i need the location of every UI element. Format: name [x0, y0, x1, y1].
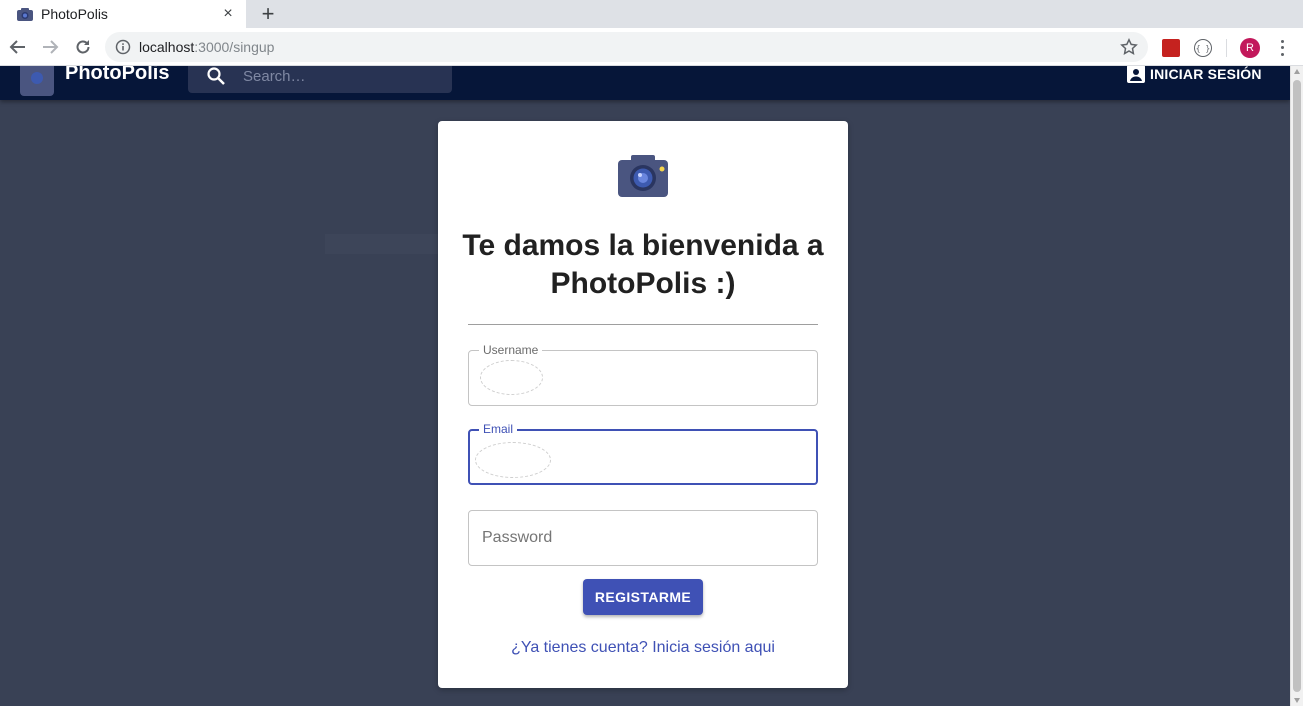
signin-link[interactable]: ¿Ya tienes cuenta? Inicia sesión aqui [438, 639, 848, 657]
account-box-icon [1127, 66, 1145, 83]
url-path: :3000/singup [194, 39, 275, 55]
username-label: Username [479, 343, 543, 357]
tab-title: PhotoPolis [41, 6, 108, 22]
camera-favicon-icon [17, 8, 33, 21]
app-header: PhotoPolis INICIAR SESIÓN [0, 66, 1290, 100]
search-input[interactable] [243, 66, 443, 86]
new-tab-button[interactable]: + [256, 1, 280, 26]
email-input[interactable] [483, 449, 803, 469]
login-button[interactable]: INICIAR SESIÓN [1127, 66, 1262, 88]
password-field[interactable]: Password [468, 510, 818, 566]
email-field[interactable]: Email [468, 422, 818, 485]
username-field[interactable]: Username [468, 343, 818, 406]
scroll-thumb[interactable] [1293, 80, 1301, 692]
toolbar-separator [1226, 39, 1227, 57]
page-viewport: PhotoPolis INICIAR SESIÓN Te damos la bi… [0, 66, 1290, 706]
arrow-right-icon [43, 40, 59, 54]
camera-icon [618, 155, 668, 197]
search-icon [207, 67, 225, 85]
signup-card: Te damos la bienvenida a PhotoPolis :) U… [438, 121, 848, 688]
scroll-down-arrow-icon[interactable] [1294, 698, 1300, 703]
forward-button[interactable] [38, 35, 62, 59]
extension-icon[interactable] [1162, 39, 1180, 57]
url-host: localhost [139, 39, 195, 55]
camera-logo-icon[interactable] [20, 66, 54, 96]
browser-tab[interactable]: PhotoPolis × [0, 0, 246, 28]
arrow-left-icon [9, 40, 25, 54]
page-scrollbar[interactable] [1290, 66, 1303, 706]
app-name[interactable]: PhotoPolis [65, 66, 169, 85]
address-bar[interactable]: localhost:3000/singup [105, 32, 1148, 62]
register-button[interactable]: REGISTARME [583, 579, 703, 615]
browser-menu-icon[interactable] [1274, 38, 1290, 58]
profile-avatar[interactable]: R [1240, 38, 1260, 58]
reload-icon [76, 40, 90, 54]
info-icon[interactable] [115, 39, 131, 55]
reload-button[interactable] [71, 35, 95, 59]
welcome-title: Te damos la bienvenida a PhotoPolis :) [462, 229, 824, 300]
bookmark-star-icon[interactable] [1120, 38, 1138, 56]
title-divider [468, 324, 818, 325]
url-text: localhost:3000/singup [139, 39, 274, 55]
email-label: Email [479, 422, 518, 436]
search-box[interactable] [188, 66, 452, 93]
background-shadow [325, 234, 440, 254]
login-label: INICIAR SESIÓN [1150, 66, 1262, 82]
password-placeholder: Password [482, 529, 553, 546]
devtools-extension-icon[interactable]: { } [1194, 39, 1212, 57]
username-input[interactable] [482, 369, 802, 389]
browser-tabstrip: PhotoPolis × + [0, 0, 1303, 28]
tab-close-icon[interactable]: × [220, 5, 236, 22]
browser-toolbar: localhost:3000/singup [0, 28, 1303, 66]
back-button[interactable] [6, 35, 30, 59]
scroll-up-arrow-icon[interactable] [1294, 69, 1300, 74]
